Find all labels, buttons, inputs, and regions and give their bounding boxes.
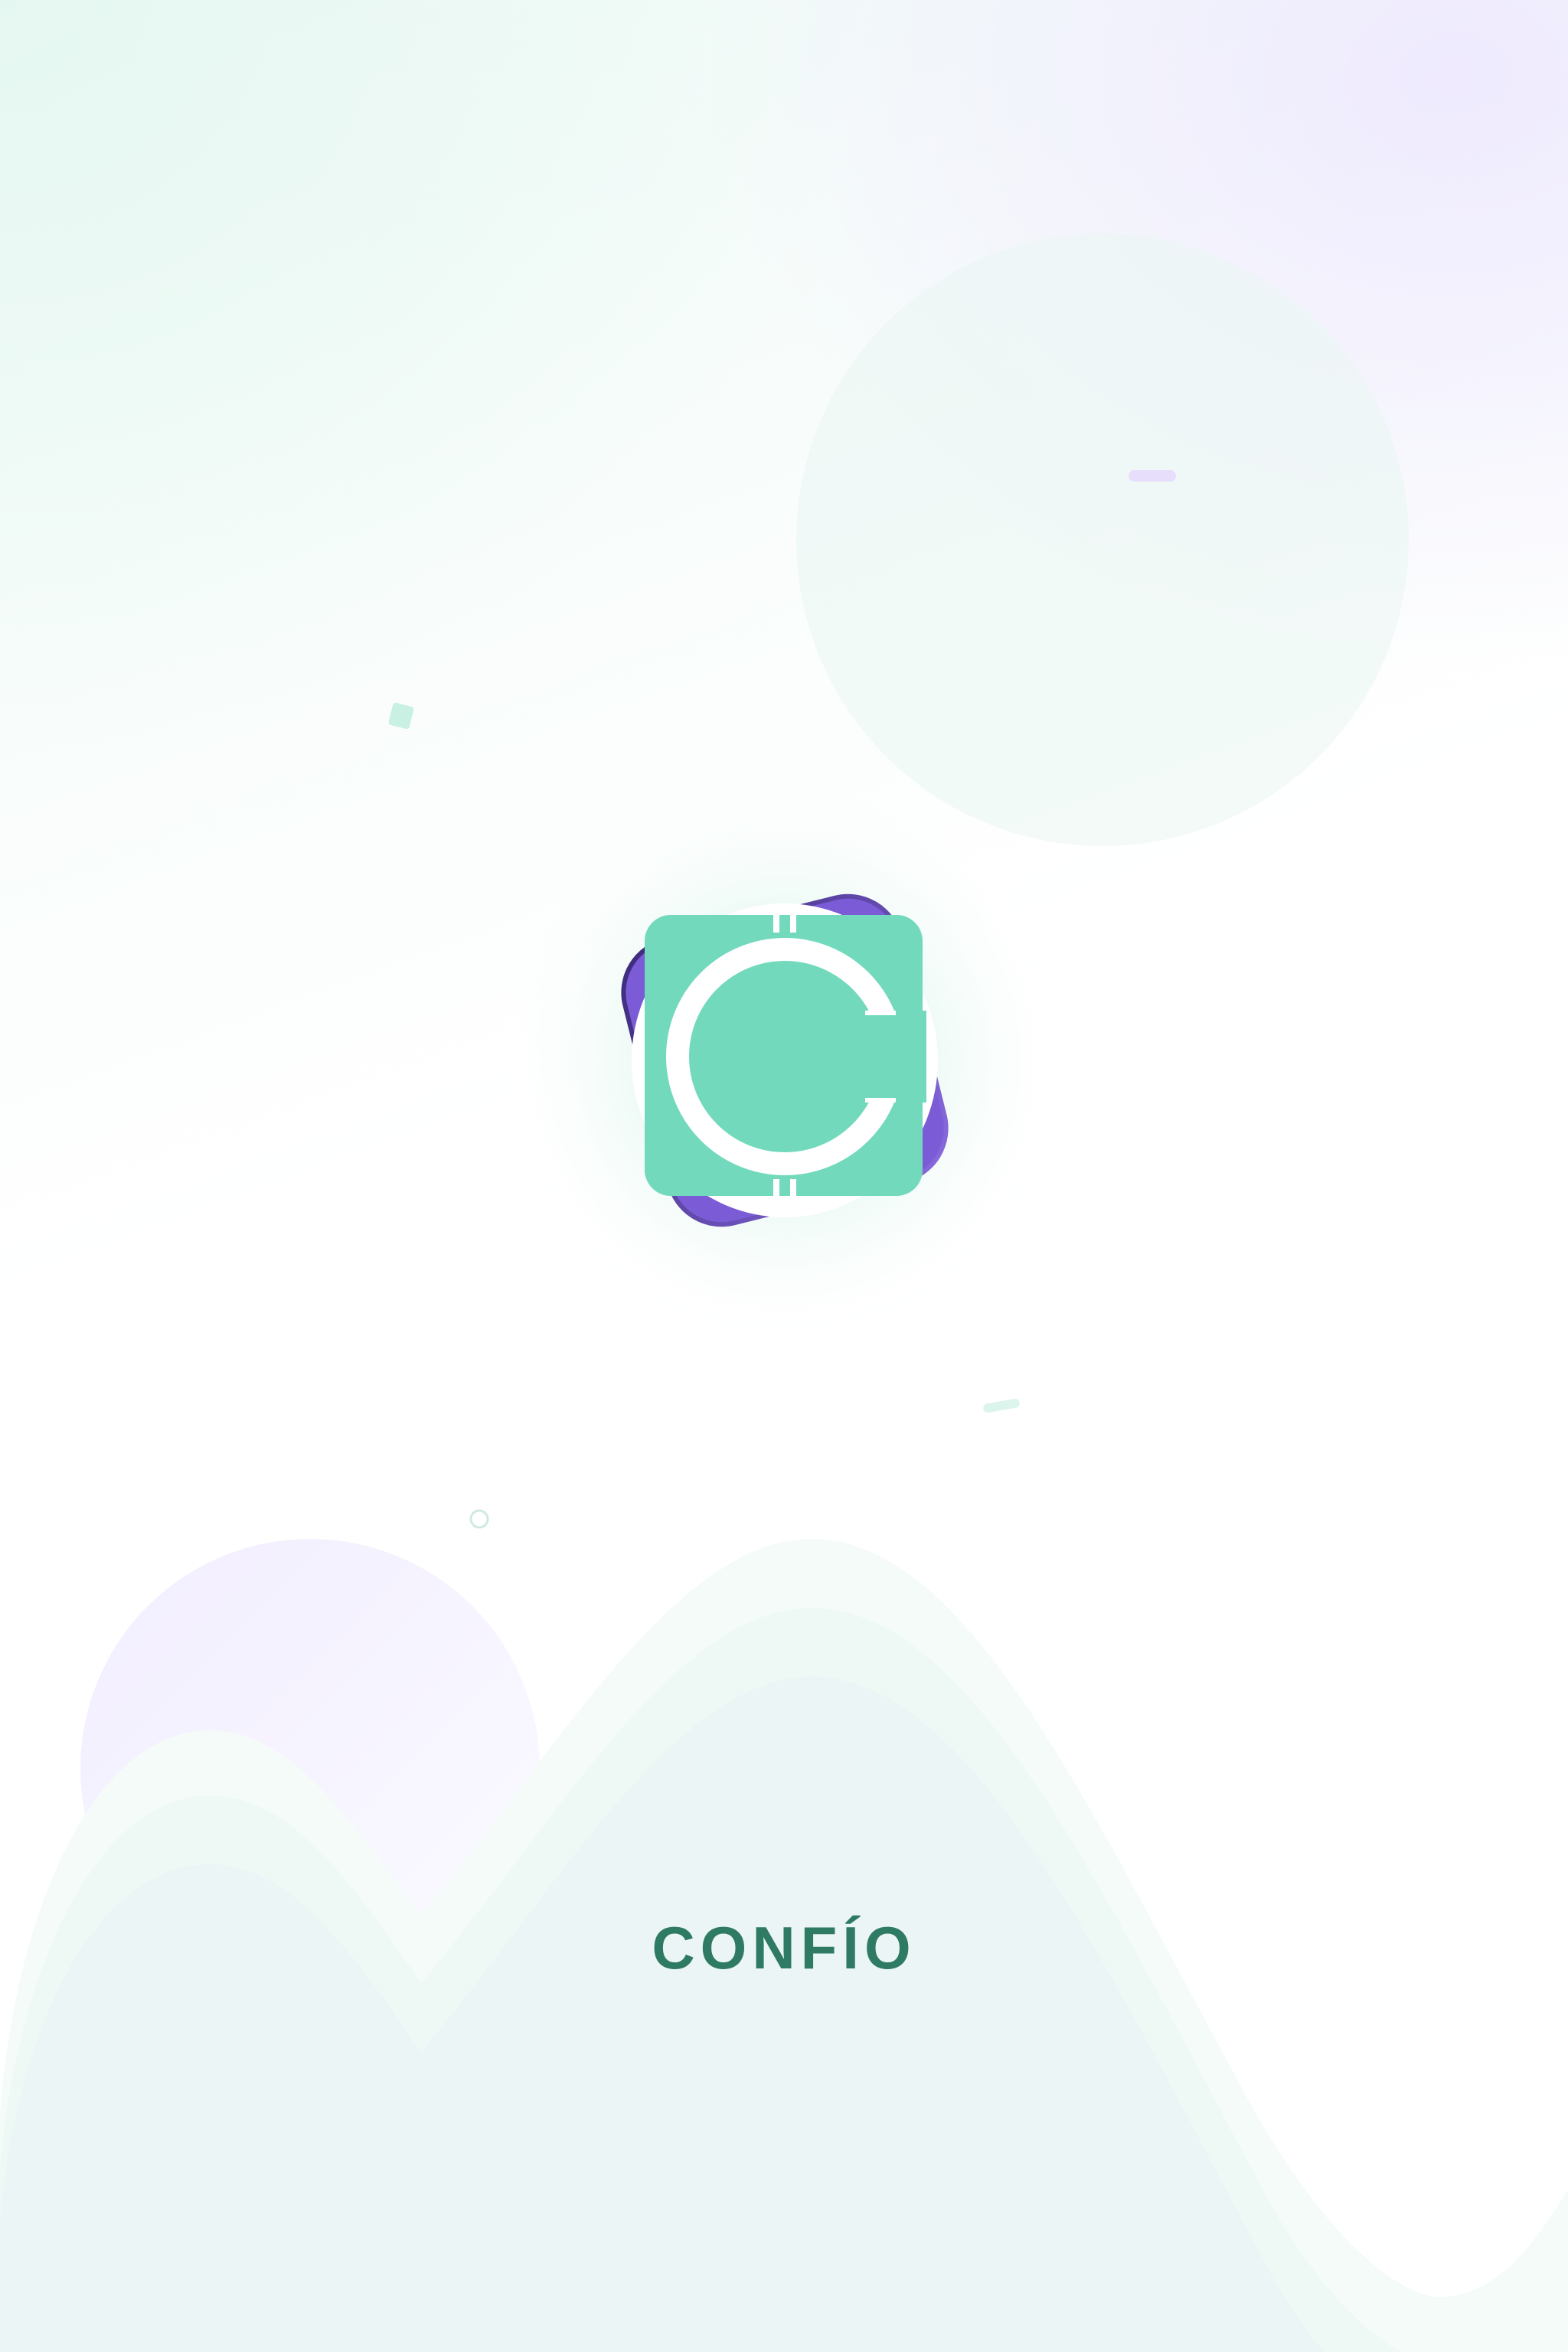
logo-letter-terminal-top	[865, 1011, 896, 1015]
confetti-teal-square	[388, 702, 414, 730]
logo-bar-top-cut	[779, 915, 790, 933]
splash-screen: CONFÍO	[0, 0, 1568, 2352]
app-name: CONFÍO	[652, 1914, 916, 1981]
confetti-outline-circle	[469, 1509, 489, 1529]
app-logo	[597, 873, 972, 1248]
confetti-mint-dash	[983, 1398, 1020, 1413]
confetti-lavender-dash	[1129, 470, 1176, 482]
logo-bar-bottom-cut	[779, 1179, 790, 1196]
logo-letter-terminal-bottom	[865, 1098, 896, 1102]
logo-letter-gap	[865, 1011, 926, 1102]
bg-circle-top-right	[796, 234, 1409, 846]
